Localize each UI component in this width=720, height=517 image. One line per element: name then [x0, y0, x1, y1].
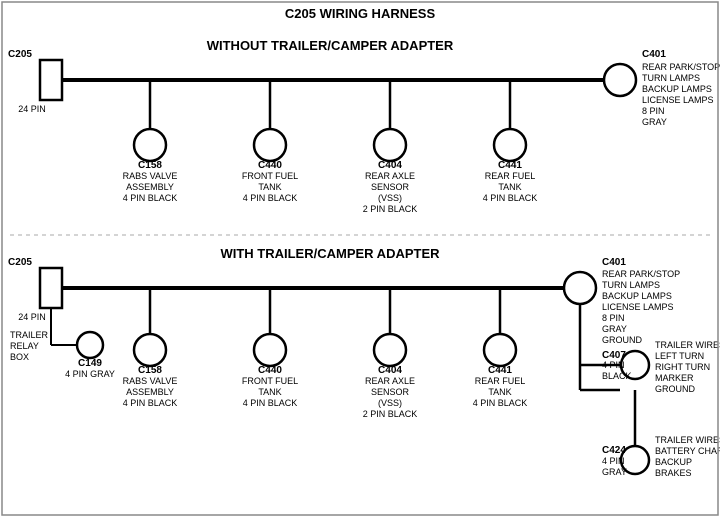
- s1-c404-l1: REAR AXLE: [365, 171, 415, 181]
- s1-c158-connector: [134, 129, 166, 161]
- s2-c441-l3: 4 PIN BLACK: [473, 398, 528, 408]
- s2-r4: LICENSE LAMPS: [602, 302, 674, 312]
- s1-r6: GRAY: [642, 117, 667, 127]
- s2-c149-connector: [77, 332, 103, 358]
- s2-r1: REAR PARK/STOP: [602, 269, 680, 279]
- s2-c404-l3: (VSS): [378, 398, 402, 408]
- section2-label: WITH TRAILER/CAMPER ADAPTER: [220, 246, 440, 261]
- s1-c404-l2: SENSOR: [371, 182, 410, 192]
- s1-c404-l3: (VSS): [378, 193, 402, 203]
- s2-relay-label2: RELAY: [10, 341, 39, 351]
- s2-c407-tl4: MARKER: [655, 373, 694, 383]
- s2-c440-connector: [254, 334, 286, 366]
- s1-c158-l3: 4 PIN BLACK: [123, 193, 178, 203]
- s2-c424-tl3: BACKUP: [655, 457, 692, 467]
- s2-c407-tl1: TRAILER WIRES: [655, 340, 720, 350]
- s1-c158-l2: ASSEMBLY: [126, 182, 174, 192]
- s2-c407-tl5: GROUND: [655, 384, 695, 394]
- s2-c404-l2: SENSOR: [371, 387, 410, 397]
- s2-c158-l2: ASSEMBLY: [126, 387, 174, 397]
- s2-r2: TURN LAMPS: [602, 280, 660, 290]
- s2-c441-label: C441: [488, 365, 512, 376]
- s1-c404-connector: [374, 129, 406, 161]
- s1-c158-label: C158: [138, 160, 162, 171]
- s1-c401-label: C401: [642, 49, 666, 60]
- s1-c440-l2: TANK: [258, 182, 281, 192]
- s2-relay-label3: BOX: [10, 352, 29, 362]
- s1-24pin-label: 24 PIN: [18, 104, 46, 114]
- s1-c441-label: C441: [498, 160, 522, 171]
- s2-c424-color: GRAY: [602, 467, 627, 477]
- diagram-title: C205 WIRING HARNESS: [285, 6, 436, 21]
- s2-c407-tl3: RIGHT TURN: [655, 362, 710, 372]
- s2-c441-l2: TANK: [488, 387, 511, 397]
- s2-c407-tl2: LEFT TURN: [655, 351, 704, 361]
- s1-r3: BACKUP LAMPS: [642, 84, 712, 94]
- s1-r4: LICENSE LAMPS: [642, 95, 714, 105]
- s1-c441-connector: [494, 129, 526, 161]
- s1-c440-l3: 4 PIN BLACK: [243, 193, 298, 203]
- s1-c158-l1: RABS VALVE: [123, 171, 178, 181]
- s2-c205-label: C205: [8, 257, 32, 268]
- s2-c158-label: C158: [138, 365, 162, 376]
- s2-c158-connector: [134, 334, 166, 366]
- s2-r3: BACKUP LAMPS: [602, 291, 672, 301]
- s2-c424-tl2: BATTERY CHARGE: [655, 446, 720, 456]
- s2-c441-connector: [484, 334, 516, 366]
- s1-c404-l4: 2 PIN BLACK: [363, 204, 418, 214]
- diagram-container: C205 WIRING HARNESS WITHOUT TRAILER/CAMP…: [0, 0, 720, 517]
- s2-c440-label: C440: [258, 365, 282, 376]
- s1-c441-l3: 4 PIN BLACK: [483, 193, 538, 203]
- s2-r6: GRAY: [602, 324, 627, 334]
- section1-left-connector: [40, 60, 62, 100]
- s2-c440-l3: 4 PIN BLACK: [243, 398, 298, 408]
- s2-c404-label: C404: [378, 365, 402, 376]
- s2-c404-l4: 2 PIN BLACK: [363, 409, 418, 419]
- s2-c149-pins: 4 PIN GRAY: [65, 369, 115, 379]
- s1-c441-l1: REAR FUEL: [485, 171, 536, 181]
- s1-c205-label: C205: [8, 49, 32, 60]
- s2-r7: GROUND: [602, 335, 642, 345]
- s1-r2: TURN LAMPS: [642, 73, 700, 83]
- s2-trailer-relay-label: TRAILER: [10, 330, 49, 340]
- section2-right-connector: [564, 272, 596, 304]
- s2-r5: 8 PIN: [602, 313, 625, 323]
- s1-c441-l2: TANK: [498, 182, 521, 192]
- s2-c158-l3: 4 PIN BLACK: [123, 398, 178, 408]
- s1-c440-l1: FRONT FUEL: [242, 171, 298, 181]
- s1-c440-label: C440: [258, 160, 282, 171]
- s1-c440-connector: [254, 129, 286, 161]
- s2-c407-pins: 4 PIN: [602, 360, 625, 370]
- s2-c407-color: BLACK: [602, 371, 632, 381]
- section2-left-connector: [40, 268, 62, 308]
- section1-label: WITHOUT TRAILER/CAMPER ADAPTER: [207, 38, 454, 53]
- s2-c424-pins: 4 PIN: [602, 456, 625, 466]
- s2-c149-label: C149: [78, 358, 102, 369]
- section1-right-connector: [604, 64, 636, 96]
- s2-c404-l1: REAR AXLE: [365, 376, 415, 386]
- s2-c440-l1: FRONT FUEL: [242, 376, 298, 386]
- s1-c404-label: C404: [378, 160, 402, 171]
- s2-c424-tl4: BRAKES: [655, 468, 692, 478]
- s2-24pin-label: 24 PIN: [18, 312, 46, 322]
- s2-c401-label: C401: [602, 257, 626, 268]
- s2-c424-label: C424: [602, 445, 626, 456]
- s2-c158-l1: RABS VALVE: [123, 376, 178, 386]
- s2-c440-l2: TANK: [258, 387, 281, 397]
- s2-c404-connector: [374, 334, 406, 366]
- s2-c424-tl1: TRAILER WIRES: [655, 435, 720, 445]
- s1-r1: REAR PARK/STOP: [642, 62, 720, 72]
- s1-r5: 8 PIN: [642, 106, 665, 116]
- s2-c441-l1: REAR FUEL: [475, 376, 526, 386]
